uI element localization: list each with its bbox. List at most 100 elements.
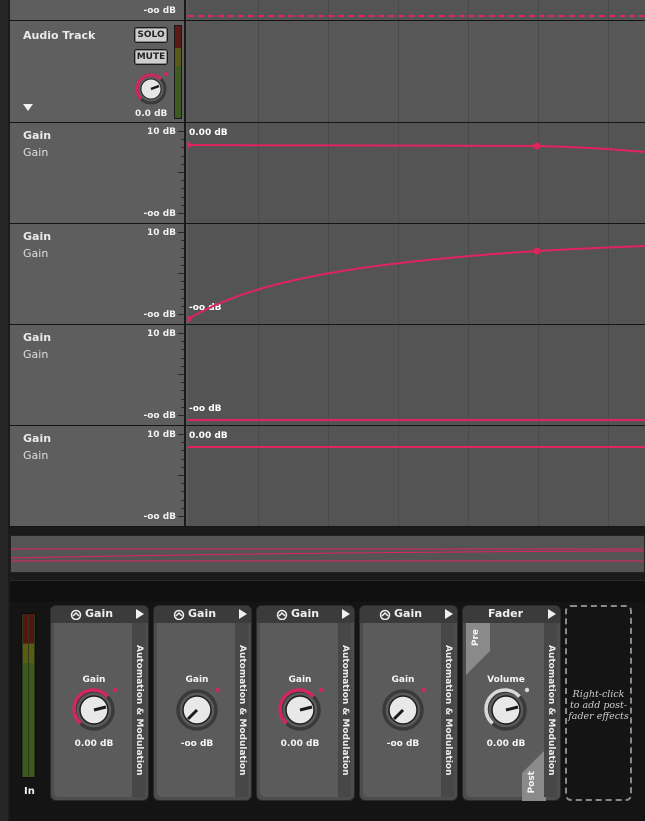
device-body: Gain 0.00 dB [54,623,134,797]
expand-arrow-icon[interactable] [136,609,144,619]
gain-knob[interactable] [379,686,427,734]
volume-value: 0.0 dB [135,109,168,119]
scale-tick [178,213,184,214]
lane-title: Gain [23,432,52,445]
scale-tick [178,434,184,435]
side-tab-label: Automation & Modulation [340,644,350,776]
automation-lane-2[interactable]: Gain Gain 10 dB -oo dB -oo dB [10,224,645,325]
scale-bottom-label: -oo dB [143,209,176,219]
arrangement-overview[interactable] [10,535,645,573]
scale-tick [178,333,184,334]
automation-modulation-tab[interactable]: Automation & Modulation [441,623,454,797]
scale-tick [181,264,184,266]
device-body: Gain -oo dB [363,623,443,797]
expand-arrow-icon[interactable] [548,609,556,619]
scale-ticks [178,434,184,520]
automation-lane-timeline[interactable]: 0.00 dB [188,123,645,223]
scale-tick [178,475,184,476]
automation-modulation-tab[interactable]: Automation & Modulation [235,623,248,797]
gain-knob[interactable] [70,686,118,734]
device-body: Gain 0.00 dB [260,623,340,797]
automation-lane-4[interactable]: Gain Gain 10 dB -oo dB 0.00 dB [10,426,645,527]
expand-triangle-icon[interactable] [22,103,34,113]
scale-tick [178,273,184,274]
automation-modulation-tab[interactable]: Automation & Modulation [132,623,145,797]
expand-arrow-icon[interactable] [239,609,247,619]
device-title[interactable]: Gain [394,607,422,620]
automation-line[interactable] [188,15,645,17]
automation-curve[interactable] [188,426,645,527]
lane-subtitle: Gain [23,247,49,260]
grid-line [328,21,329,122]
audio-track-timeline[interactable] [188,21,645,122]
fader-device[interactable]: Fader Pre Post Volume 0.00 dB Automation… [462,605,561,801]
automation-lane-timeline[interactable]: 0.00 dB [188,426,645,526]
param-value: -oo dB [386,739,420,749]
input-label: In [24,786,35,797]
grid-line [538,0,539,20]
scale-tick [181,466,184,468]
left-edge-panel [0,0,8,821]
gain-device-2[interactable]: Gain Gain -oo dB Automation & Modulation [153,605,252,801]
device-title[interactable]: Gain [291,607,319,620]
automation-lane-1[interactable]: Gain Gain 10 dB -oo dB 0.00 dB [10,123,645,224]
device-header[interactable]: Fader [463,606,560,623]
gain-device-4[interactable]: Gain Gain -oo dB Automation & Modulation [359,605,458,801]
expand-arrow-icon[interactable] [342,609,350,619]
lane-timeline[interactable] [188,0,645,20]
lane-subtitle: Gain [23,146,49,159]
scale-tick [181,483,184,485]
automation-curve[interactable] [188,123,645,224]
scale-bottom-label: -oo dB [143,310,176,320]
overview-curves [11,548,644,562]
scale-tick [181,240,184,242]
scale-top-label: 10 dB [147,430,176,440]
device-header[interactable]: Gain [257,606,354,623]
lane-header: -oo dB [10,0,186,20]
input-level-meter [21,613,36,778]
scale-tick [181,256,184,258]
automation-modulation-tab[interactable]: Automation & Modulation [544,623,557,797]
gain-device-1[interactable]: Gain Gain 0.00 dB Automation & Modulatio… [50,605,149,801]
volume-knob[interactable] [482,686,530,734]
audio-track[interactable]: Audio Track SOLO MUTE 0.0 dB [10,21,645,123]
automation-lane-timeline[interactable]: -oo dB [188,325,645,425]
device-title[interactable]: Gain [85,607,113,620]
device-title[interactable]: Fader [488,607,523,620]
device-header[interactable]: Gain [360,606,457,623]
volume-knob[interactable] [133,71,169,107]
mute-button[interactable]: MUTE [134,49,168,65]
scale-tick [181,458,184,460]
grid-line [258,21,259,122]
device-body: Gain -oo dB [157,623,237,797]
device-panel: In Gain Gain 0.00 dB Automation & Modula… [10,580,645,821]
automation-lane-timeline[interactable]: -oo dB [188,224,645,324]
automation-lane-header[interactable]: Gain Gain 10 dB -oo dB [10,224,186,324]
audio-track-header[interactable]: Audio Track SOLO MUTE 0.0 dB [10,21,186,122]
device-header[interactable]: Gain [51,606,148,623]
track-name[interactable]: Audio Track [23,29,95,42]
scale-tick [181,365,184,367]
device-title[interactable]: Gain [188,607,216,620]
solo-button[interactable]: SOLO [134,27,168,43]
automation-curve[interactable] [188,224,645,325]
arranger-tracks: -oo dB Audio Track SOLO MUTE 0.0 dB Gain… [10,0,645,527]
scale-tick [181,507,184,509]
device-header[interactable]: Gain [154,606,251,623]
lane-title: Gain [23,230,52,243]
automation-lane-3[interactable]: Gain Gain 10 dB -oo dB -oo dB [10,325,645,426]
device-icon [379,609,391,620]
automation-lane-header[interactable]: Gain Gain 10 dB -oo dB [10,426,186,526]
automation-lane-header[interactable]: Gain Gain 10 dB -oo dB [10,325,186,425]
gain-knob[interactable] [173,686,221,734]
scale-tick [178,172,184,173]
automation-curve[interactable] [188,325,645,426]
expand-arrow-icon[interactable] [445,609,453,619]
gain-device-3[interactable]: Gain Gain 0.00 dB Automation & Modulatio… [256,605,355,801]
automation-modulation-tab[interactable]: Automation & Modulation [338,623,351,797]
automation-lane-header[interactable]: Gain Gain 10 dB -oo dB [10,123,186,223]
post-fader-drop-zone[interactable]: Right-click to add post-fader effects [565,605,632,801]
post-fader-hint: Right-click to add post-fader effects [568,689,629,722]
scale-tick [181,147,184,149]
gain-knob[interactable] [276,686,324,734]
